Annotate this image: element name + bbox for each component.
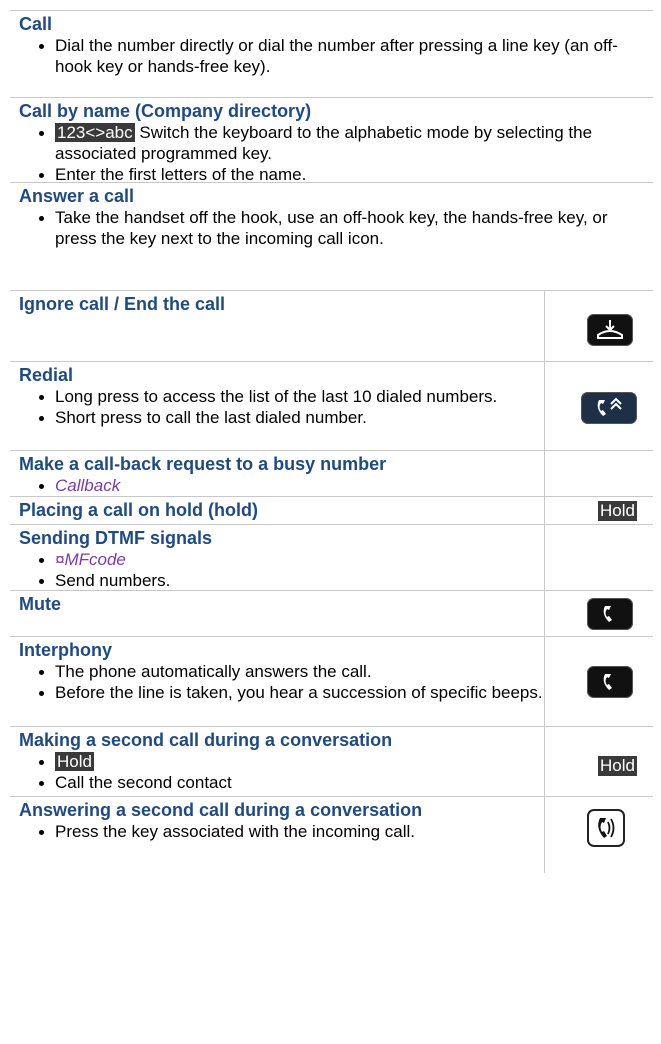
list-item: Before the line is taken, you hear a suc… xyxy=(19,682,543,703)
section-title: Placing a call on hold (hold) xyxy=(19,500,259,520)
section-mute: Mute xyxy=(10,591,653,637)
list-item: Enter the first letters of the name. xyxy=(19,164,653,185)
section-title: Mute xyxy=(19,594,61,614)
list-item: 123<>abc Switch the keyboard to the alph… xyxy=(19,122,653,164)
section-ignore-call: Ignore call / End the call xyxy=(10,291,653,362)
section-title: Make a call-back request to a busy numbe… xyxy=(19,454,387,474)
interphony-icon[interactable] xyxy=(587,666,633,698)
section-answer-call: Answer a call Take the handset off the h… xyxy=(10,183,653,291)
list-item: Long press to access the list of the las… xyxy=(19,386,543,407)
list-item: Send numbers. xyxy=(19,570,543,591)
list-item: Dial the number directly or dial the num… xyxy=(19,35,653,77)
section-title: Ignore call / End the call xyxy=(19,294,226,314)
section-title: Answering a second call during a convers… xyxy=(19,800,423,820)
incoming-call-icon[interactable] xyxy=(587,809,625,847)
section-answer-second-call: Answering a second call during a convers… xyxy=(10,797,653,873)
mfcode-option[interactable]: ¤MFcode xyxy=(19,549,543,570)
section-call: Call Dial the number directly or dial th… xyxy=(10,11,653,98)
section-hold: Placing a call on hold (hold) Hold xyxy=(10,497,653,525)
alpha-mode-key[interactable]: 123<>abc xyxy=(55,123,135,142)
section-redial: Redial Long press to access the list of … xyxy=(10,362,653,451)
section-callback: Make a call-back request to a busy numbe… xyxy=(10,451,653,497)
mute-icon[interactable] xyxy=(587,598,633,630)
section-interphony: Interphony The phone automatically answe… xyxy=(10,637,653,727)
list-item: The phone automatically answers the call… xyxy=(19,661,543,682)
callback-option[interactable]: Callback xyxy=(19,475,543,496)
section-title: Call by name (Company directory) xyxy=(19,101,312,121)
section-title: Call xyxy=(19,14,53,34)
list-item: Press the key associated with the incomi… xyxy=(19,821,543,842)
section-title: Making a second call during a conversati… xyxy=(19,730,393,750)
section-dtmf: Sending DTMF signals ¤MFcode Send number… xyxy=(10,525,653,591)
section-second-call: Making a second call during a conversati… xyxy=(10,727,653,797)
redial-icon[interactable] xyxy=(581,392,637,424)
hold-key[interactable]: Hold xyxy=(598,756,637,776)
list-item: Call the second contact xyxy=(19,772,543,793)
section-title: Answer a call xyxy=(19,186,135,206)
hold-key[interactable]: Hold xyxy=(598,501,637,521)
section-title: Redial xyxy=(19,365,74,385)
list-item: Take the handset off the hook, use an of… xyxy=(19,207,653,249)
section-title: Sending DTMF signals xyxy=(19,528,213,548)
hang-up-icon[interactable] xyxy=(587,314,633,346)
list-item: Hold xyxy=(19,751,543,772)
list-item-text: Switch the keyboard to the alphabetic mo… xyxy=(55,123,593,163)
section-call-by-name: Call by name (Company directory) 123<>ab… xyxy=(10,98,653,185)
list-item: Short press to call the last dialed numb… xyxy=(19,407,543,428)
quick-guide-table: Call Dial the number directly or dial th… xyxy=(10,10,653,873)
section-title: Interphony xyxy=(19,640,112,660)
hold-key[interactable]: Hold xyxy=(55,752,94,771)
